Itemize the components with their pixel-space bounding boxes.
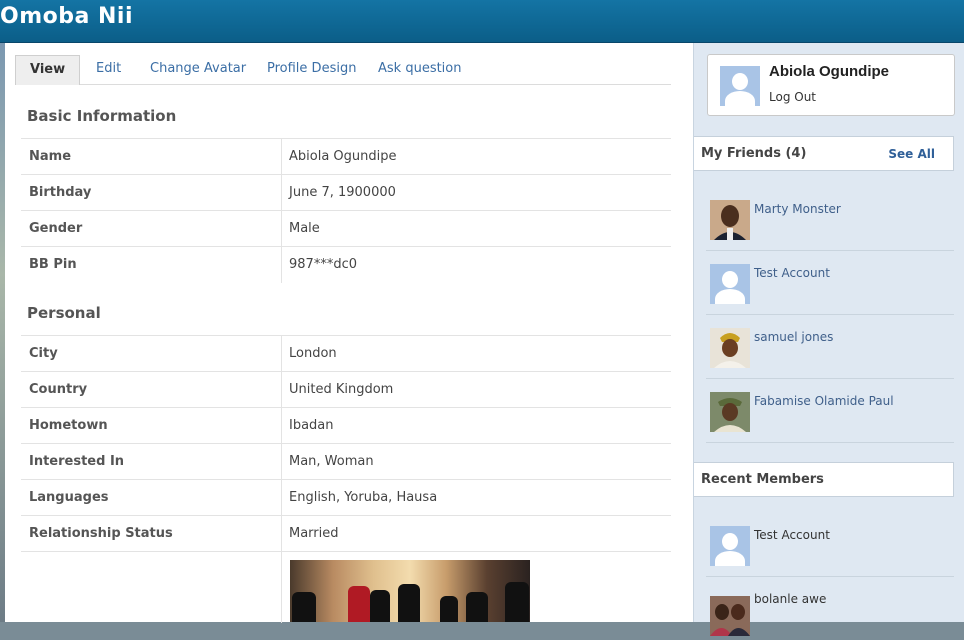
friend-name[interactable]: Test Account <box>754 266 830 280</box>
current-user-name[interactable]: Abiola Ogundipe <box>769 63 889 80</box>
friend-name[interactable]: samuel jones <box>754 330 833 344</box>
row-divider <box>281 552 282 623</box>
row-divider <box>281 139 282 175</box>
member-photo-image <box>710 596 750 636</box>
info-row-gender: Gender Male <box>21 210 671 247</box>
top-header: Omoba Nii <box>0 0 964 43</box>
friend-item[interactable]: Test Account <box>706 251 954 315</box>
row-label: Languages <box>29 490 109 505</box>
info-row-city: City London <box>21 335 671 372</box>
profile-photo[interactable] <box>290 560 530 622</box>
photo-figure <box>466 592 488 622</box>
avatar-head <box>722 271 738 288</box>
profile-tabs: View Edit Change Avatar Profile Design A… <box>15 55 671 85</box>
logout-link[interactable]: Log Out <box>769 90 816 104</box>
photo-figure <box>440 596 458 622</box>
site-brand[interactable]: Omoba Nii <box>0 4 133 29</box>
row-divider <box>281 247 282 283</box>
current-user-box: Abiola Ogundipe Log Out <box>707 54 955 116</box>
basic-info-heading: Basic Information <box>27 107 177 125</box>
row-label: City <box>29 346 58 361</box>
photo-figure <box>292 592 316 622</box>
row-label: Hometown <box>29 418 108 433</box>
member-name[interactable]: bolanle awe <box>754 592 826 606</box>
info-row-languages: Languages English, Yoruba, Hausa <box>21 479 671 516</box>
avatar-body <box>725 91 755 106</box>
row-label: Birthday <box>29 185 92 200</box>
friend-name[interactable]: Fabamise Olamide Paul <box>754 394 894 408</box>
row-divider <box>281 372 282 408</box>
row-divider <box>281 175 282 211</box>
info-row-bb-pin: BB Pin 987***dc0 <box>21 246 671 283</box>
recent-members-header: Recent Members <box>694 462 954 497</box>
member-name[interactable]: Test Account <box>754 528 830 542</box>
avatar-head <box>732 73 748 90</box>
row-value: Male <box>289 221 320 236</box>
row-label: Country <box>29 382 88 397</box>
tab-change-avatar[interactable]: Change Avatar <box>150 55 246 83</box>
row-value: 987***dc0 <box>289 257 357 272</box>
row-divider <box>281 408 282 444</box>
tab-ask-question[interactable]: Ask question <box>378 55 462 83</box>
row-label: BB Pin <box>29 257 77 272</box>
info-row-interested-in: Interested In Man, Woman <box>21 443 671 480</box>
info-row-birthday: Birthday June 7, 1900000 <box>21 174 671 211</box>
see-all-link[interactable]: See All <box>888 147 935 161</box>
row-value: English, Yoruba, Hausa <box>289 490 438 505</box>
friend-photo-image <box>710 200 750 240</box>
row-value: June 7, 1900000 <box>289 185 396 200</box>
right-sidebar: Abiola Ogundipe Log Out My Friends (4) S… <box>693 43 964 636</box>
row-label: Relationship Status <box>29 526 173 541</box>
row-divider <box>281 211 282 247</box>
profile-main: View Edit Change Avatar Profile Design A… <box>5 43 693 623</box>
photo-figure <box>348 586 370 622</box>
friends-panel-header: My Friends (4) See All <box>694 136 954 171</box>
info-row-hometown: Hometown Ibadan <box>21 407 671 444</box>
row-divider <box>281 516 282 552</box>
info-row-country: Country United Kingdom <box>21 371 671 408</box>
friend-default-avatar[interactable] <box>710 264 750 304</box>
member-default-avatar[interactable] <box>710 526 750 566</box>
user-avatar[interactable] <box>720 66 760 106</box>
row-value: London <box>289 346 337 361</box>
tab-edit[interactable]: Edit <box>96 55 121 83</box>
row-divider <box>281 444 282 480</box>
tab-view[interactable]: View <box>15 55 81 85</box>
recent-members-heading: Recent Members <box>701 472 824 487</box>
tab-profile-design[interactable]: Profile Design <box>267 55 356 83</box>
photo-figure <box>505 582 529 622</box>
avatar-body <box>715 289 745 304</box>
friend-photo-image <box>710 392 750 432</box>
row-label: Name <box>29 149 72 164</box>
recent-member-item[interactable]: bolanle awe <box>706 577 954 640</box>
row-value: Married <box>289 526 339 541</box>
row-label: Gender <box>29 221 83 236</box>
personal-heading: Personal <box>27 304 101 322</box>
photo-figure <box>370 590 390 622</box>
friends-heading: My Friends (4) <box>701 146 807 161</box>
recent-member-item[interactable]: Test Account <box>706 513 954 577</box>
avatar-head <box>722 533 738 550</box>
member-photo[interactable] <box>710 596 750 636</box>
friend-item[interactable]: Marty Monster <box>706 187 954 251</box>
avatar-body <box>715 551 745 566</box>
row-value: Ibadan <box>289 418 334 433</box>
friend-photo[interactable] <box>710 328 750 368</box>
friend-name[interactable]: Marty Monster <box>754 202 841 216</box>
photo-figure <box>398 584 420 622</box>
row-value: Man, Woman <box>289 454 374 469</box>
friend-photo[interactable] <box>710 392 750 432</box>
row-divider <box>281 336 282 372</box>
row-value: United Kingdom <box>289 382 394 397</box>
friend-photo-image <box>710 328 750 368</box>
friend-item[interactable]: samuel jones <box>706 315 954 379</box>
info-row-name: Name Abiola Ogundipe <box>21 138 671 175</box>
info-row-relationship: Relationship Status Married <box>21 515 671 552</box>
row-label: Interested In <box>29 454 125 469</box>
row-value: Abiola Ogundipe <box>289 149 397 164</box>
row-divider <box>281 480 282 516</box>
friend-item[interactable]: Fabamise Olamide Paul <box>706 379 954 443</box>
friend-photo[interactable] <box>710 200 750 240</box>
